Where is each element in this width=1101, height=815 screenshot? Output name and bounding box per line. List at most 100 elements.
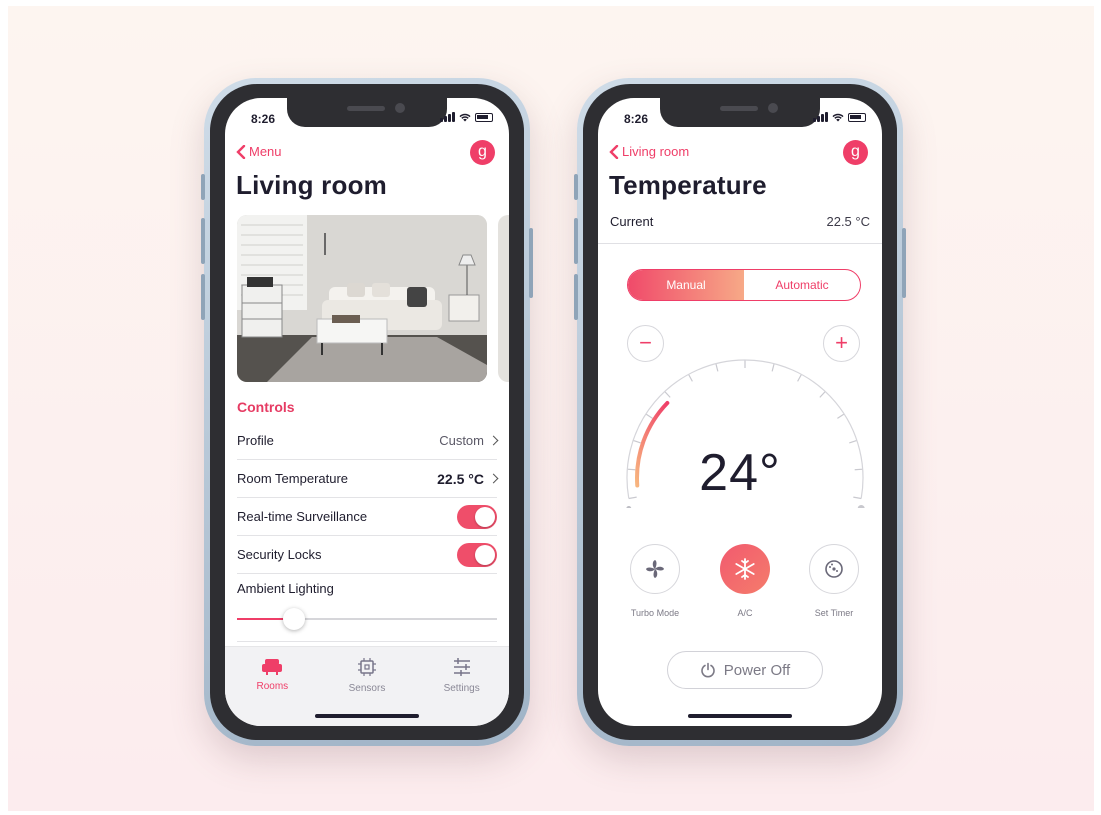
phone-living-room: 8:26 Menu g Living room Controls Profile…	[201, 78, 533, 746]
room-temperature-value-text: 22.5 °C	[437, 470, 484, 487]
volume-up-button	[201, 218, 205, 264]
chevron-left-icon	[609, 144, 619, 159]
page-title: Living room	[236, 170, 387, 200]
power-side-button	[902, 228, 906, 298]
phone-temperature: 8:26 Living room g Temperature Current 2…	[574, 78, 906, 746]
status-time: 8:26	[624, 112, 649, 126]
tab-settings-label: Settings	[443, 683, 480, 694]
tab-settings[interactable]: Settings	[422, 657, 502, 726]
ac-icon-circle	[720, 544, 770, 594]
screen-living-room: 8:26 Menu g Living room Controls Profile…	[225, 98, 509, 726]
current-value: 22.5 °C	[826, 214, 870, 229]
page-background	[8, 6, 1094, 811]
volume-down-button	[201, 274, 205, 320]
ac-button[interactable]: A/C	[705, 544, 785, 618]
segment-automatic[interactable]: Automatic	[744, 270, 860, 300]
chevron-right-icon	[488, 473, 499, 484]
turbo-mode-button[interactable]: Turbo Mode	[615, 544, 695, 618]
row-room-temperature-label: Room Temperature	[237, 471, 349, 486]
mute-switch	[201, 174, 205, 200]
row-security-locks-label: Security Locks	[237, 547, 322, 562]
set-timer-button[interactable]: Set Timer	[794, 544, 874, 618]
room-photo[interactable]	[237, 215, 487, 382]
row-room-temperature[interactable]: Room Temperature 22.5 °C	[237, 460, 499, 498]
back-button-menu[interactable]: Menu	[235, 144, 282, 159]
back-button-label: Living room	[622, 144, 690, 159]
timer-icon	[825, 560, 843, 578]
ambient-lighting-slider[interactable]	[237, 608, 497, 630]
chevron-left-icon	[236, 144, 246, 159]
back-button-label: Menu	[249, 144, 282, 159]
row-ambient-lighting-label: Ambient Lighting	[237, 580, 334, 596]
tab-rooms-label: Rooms	[256, 681, 289, 692]
ac-label: A/C	[737, 608, 753, 618]
tab-sensors-label: Sensors	[348, 683, 386, 694]
wifi-icon	[832, 113, 844, 122]
snowflake-icon	[735, 558, 755, 580]
phone-bezel: 8:26 Living room g Temperature Current 2…	[583, 84, 897, 740]
status-time: 8:26	[251, 112, 276, 126]
set-timer-label: Set Timer	[814, 608, 854, 618]
sliders-icon	[453, 658, 470, 676]
slider-thumb[interactable]	[283, 608, 306, 630]
power-off-button[interactable]: Power Off	[667, 651, 823, 689]
battery-icon	[475, 113, 493, 122]
power-side-button	[529, 228, 533, 298]
avatar[interactable]: g	[470, 140, 495, 165]
battery-icon	[848, 113, 866, 122]
row-room-temperature-value: 22.5 °C	[437, 470, 499, 487]
dial-tick	[771, 363, 775, 372]
next-room-photo-preview[interactable]	[498, 215, 509, 382]
dial-tick	[645, 413, 653, 419]
set-timer-icon-circle	[809, 544, 859, 594]
living-room-image	[237, 215, 487, 382]
power-off-label: Power Off	[723, 661, 791, 679]
home-indicator	[688, 714, 792, 718]
dial-tick	[715, 363, 719, 372]
signal-icon	[813, 112, 828, 122]
notch	[660, 98, 820, 127]
divider	[237, 641, 497, 642]
dial-min-dot	[626, 505, 632, 508]
status-icons	[813, 112, 866, 122]
mute-switch	[574, 174, 578, 200]
toggle-knob	[475, 544, 495, 565]
surveillance-toggle[interactable]	[457, 504, 497, 529]
phone-bezel: 8:26 Menu g Living room Controls Profile…	[210, 84, 524, 740]
row-profile[interactable]: Profile Custom	[237, 422, 499, 460]
dial-tick	[688, 374, 693, 382]
page-title: Temperature	[609, 170, 767, 200]
security-locks-toggle[interactable]	[457, 542, 497, 567]
turbo-mode-label: Turbo Mode	[630, 608, 680, 618]
mode-segmented-control: Manual Automatic	[627, 269, 861, 301]
dial-tick	[819, 391, 826, 398]
volume-down-button	[574, 274, 578, 320]
turbo-mode-icon-circle	[630, 544, 680, 594]
status-icons	[440, 112, 493, 122]
home-indicator	[315, 714, 419, 718]
dial-tick	[664, 391, 671, 398]
tab-rooms[interactable]: Rooms	[232, 657, 312, 726]
row-surveillance: Real-time Surveillance	[237, 498, 497, 536]
chevron-right-icon	[488, 435, 499, 446]
row-ambient-lighting: Ambient Lighting	[237, 574, 497, 602]
fan-icon	[646, 560, 664, 578]
dial-tick	[837, 413, 845, 419]
dial-tick	[797, 374, 802, 382]
current-temperature-row: Current 22.5 °C	[598, 214, 882, 244]
set-temperature: 24°	[699, 444, 781, 502]
notch	[287, 98, 447, 127]
signal-icon	[440, 112, 455, 122]
chip-icon	[357, 658, 376, 676]
current-label: Current	[610, 214, 654, 229]
wifi-icon	[459, 113, 471, 122]
sofa-icon	[262, 659, 283, 675]
toggle-knob	[475, 506, 495, 527]
volume-up-button	[574, 218, 578, 264]
back-button-living-room[interactable]: Living room	[608, 144, 689, 159]
screen-temperature: 8:26 Living room g Temperature Current 2…	[598, 98, 882, 726]
dial-max-dot	[857, 504, 865, 508]
avatar[interactable]: g	[843, 140, 868, 165]
segment-manual[interactable]: Manual	[628, 270, 744, 300]
profile-value-text: Custom	[439, 433, 484, 448]
